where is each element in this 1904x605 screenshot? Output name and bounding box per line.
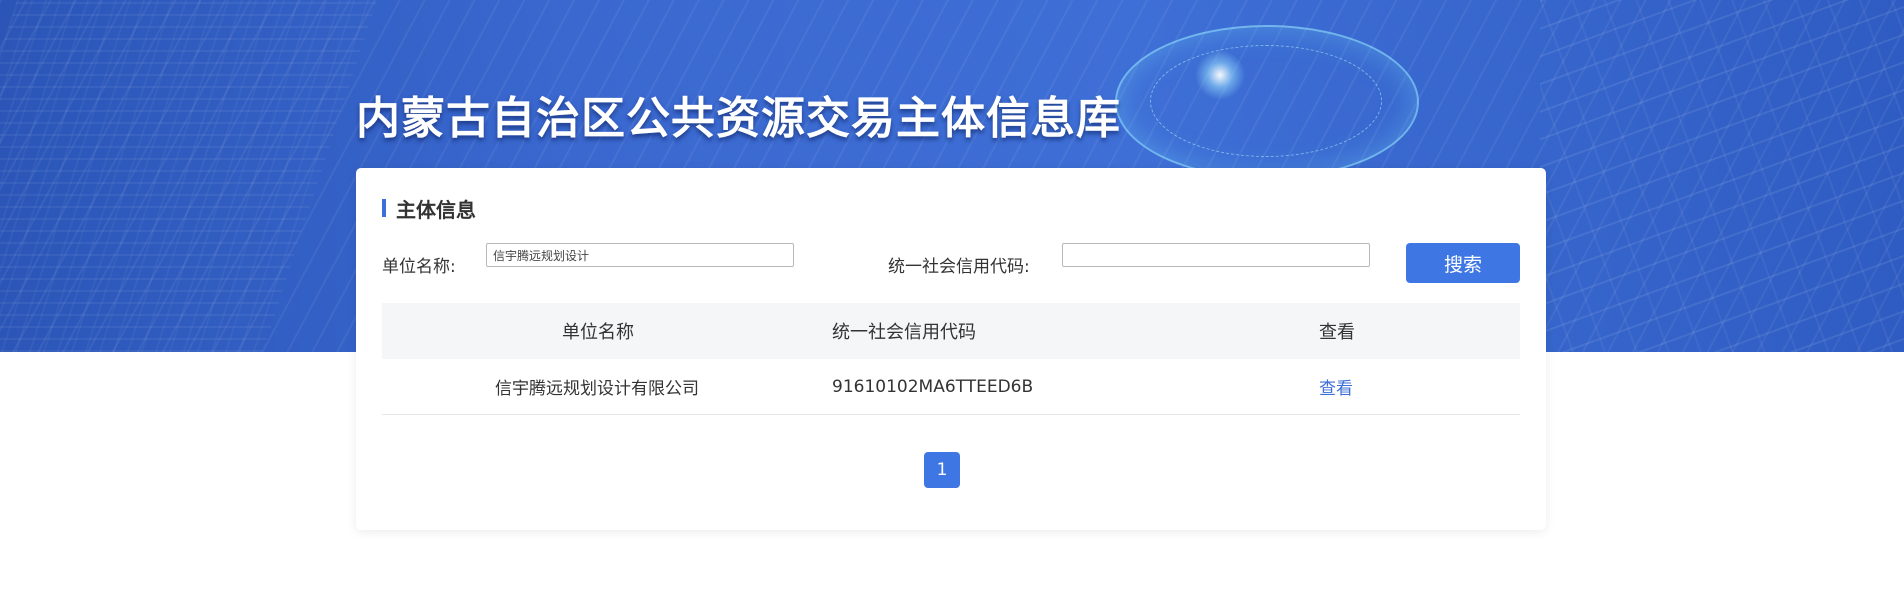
section-title-text: 主体信息 bbox=[396, 197, 476, 222]
building-left-decoration bbox=[0, 0, 378, 352]
unit-name-input[interactable] bbox=[486, 243, 794, 267]
section-title: 主体信息 bbox=[382, 196, 476, 222]
column-header-view: 查看 bbox=[1319, 322, 1355, 343]
column-header-credit-code: 统一社会信用代码 bbox=[832, 322, 976, 343]
site-title: 内蒙古自治区公共资源交易主体信息库 bbox=[356, 93, 1121, 144]
table-header: 单位名称 统一社会信用代码 查看 bbox=[382, 303, 1520, 359]
results-table: 单位名称 统一社会信用代码 查看 信宇腾远规划设计有限公司 91610102MA… bbox=[382, 303, 1520, 415]
page-button-current[interactable]: 1 bbox=[924, 452, 960, 488]
table-row: 信宇腾远规划设计有限公司 91610102MA6TTEED6B 查看 bbox=[382, 359, 1520, 415]
cell-unit-name: 信宇腾远规划设计有限公司 bbox=[495, 379, 699, 399]
unit-name-label: 单位名称: bbox=[382, 257, 456, 277]
globe-ring-decoration bbox=[1150, 45, 1382, 157]
building-right-decoration bbox=[1540, 0, 1904, 352]
credit-code-input[interactable] bbox=[1062, 243, 1370, 267]
view-link[interactable]: 查看 bbox=[1319, 359, 1353, 414]
section-title-accent-bar bbox=[382, 199, 386, 217]
credit-code-label: 统一社会信用代码: bbox=[888, 257, 1030, 277]
globe-light-decoration bbox=[1195, 50, 1245, 100]
entity-info-card: 主体信息 单位名称: 统一社会信用代码: 搜索 单位名称 统一社会信用代码 查看… bbox=[356, 168, 1546, 530]
column-header-unit-name: 单位名称 bbox=[562, 322, 634, 343]
cell-credit-code: 91610102MA6TTEED6B bbox=[832, 376, 1034, 397]
search-button[interactable]: 搜索 bbox=[1406, 243, 1520, 283]
